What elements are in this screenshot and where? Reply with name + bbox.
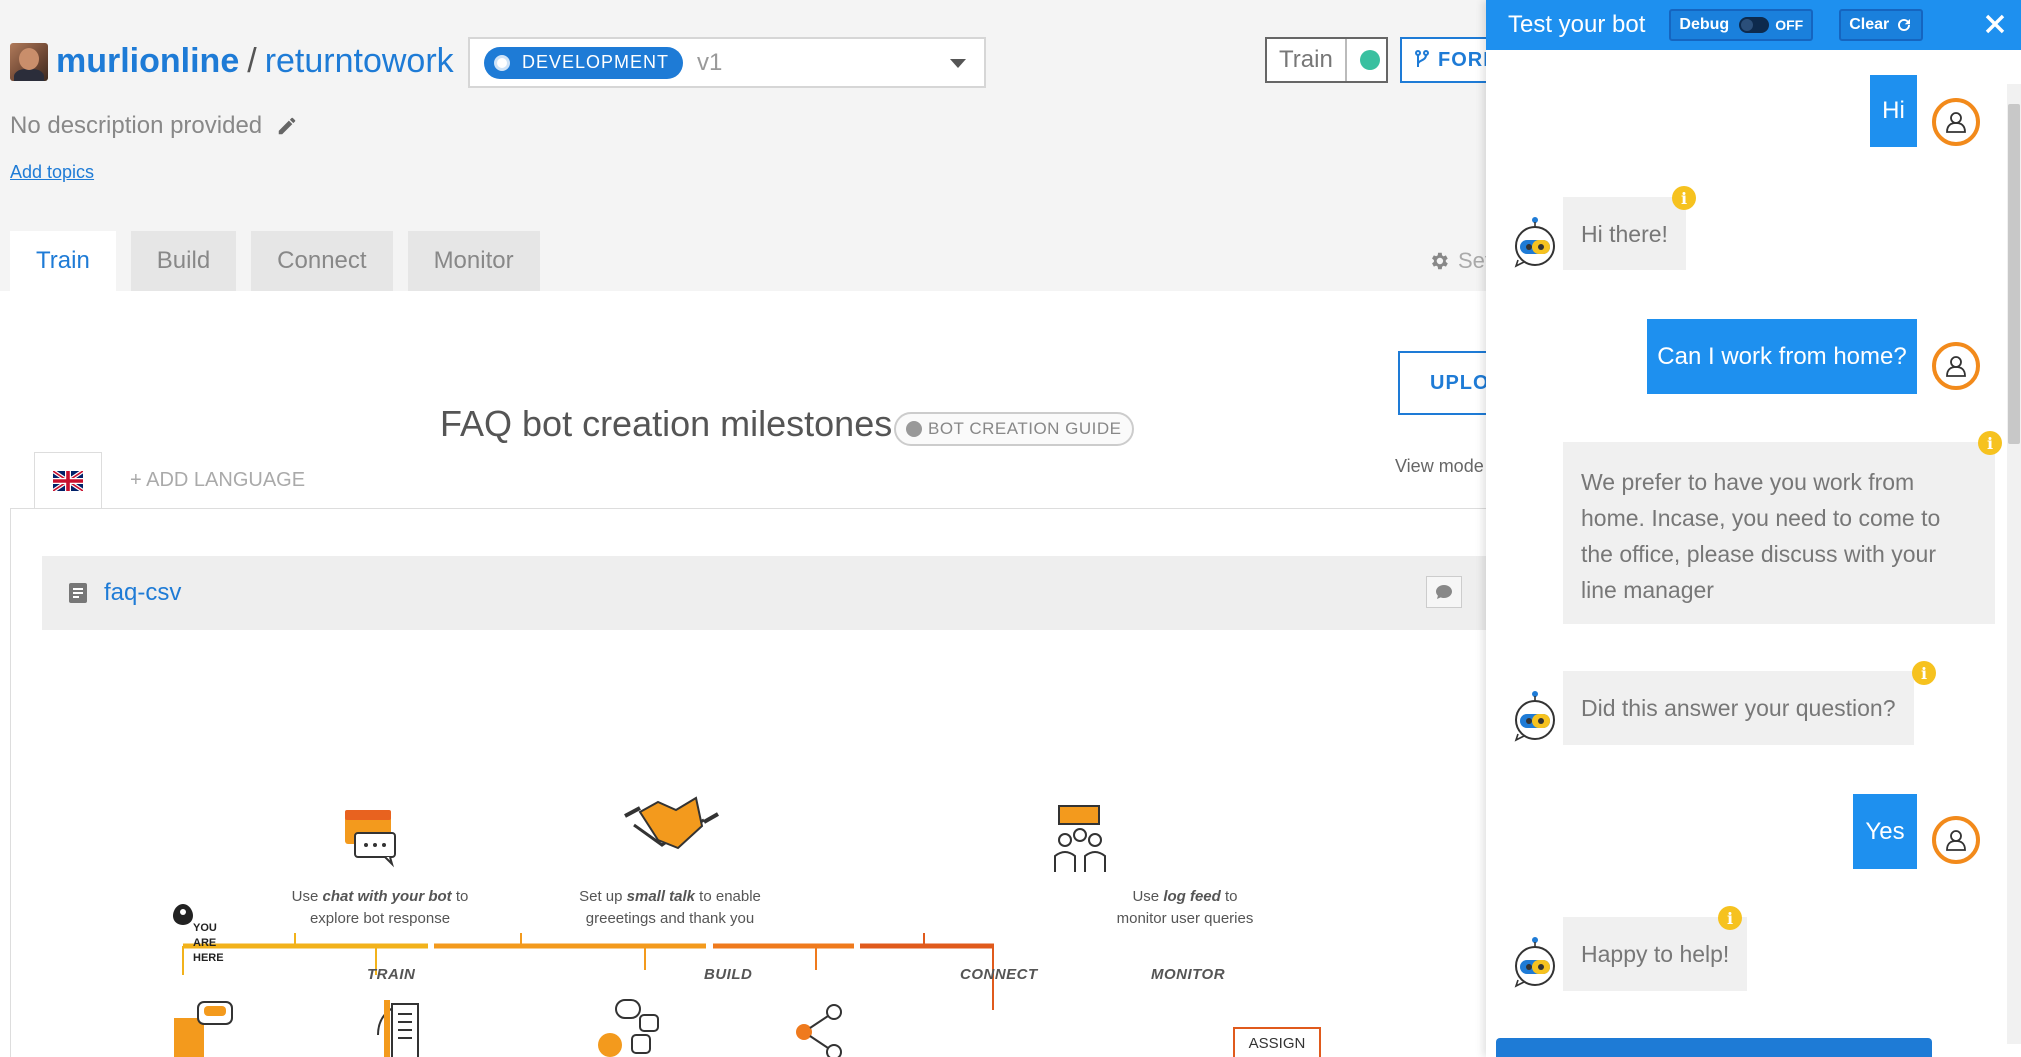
document-icon	[69, 583, 87, 603]
tab-monitor[interactable]: Monitor	[407, 231, 540, 291]
faq-upload-icon	[174, 1001, 233, 1057]
phase-connect-label: CONNECT	[960, 966, 1038, 983]
user-avatar-icon	[1932, 98, 1980, 146]
breadcrumb-separator: /	[247, 42, 257, 80]
fork-button[interactable]: FORK	[1400, 37, 1486, 83]
phase-train-label: TRAIN	[367, 966, 416, 983]
info-icon[interactable]: i	[1978, 431, 2002, 455]
milestone-train-text: Use chat with your bot to explore bot re…	[291, 888, 469, 927]
tab-train[interactable]: Train	[10, 231, 116, 291]
main-tabs: Train Build Connect Monitor	[10, 231, 555, 291]
environment-label: DEVELOPMENT	[522, 52, 670, 72]
compass-icon	[906, 421, 922, 437]
debug-toggle[interactable]: Debug OFF	[1669, 9, 1814, 41]
tab-build[interactable]: Build	[130, 231, 237, 291]
settings-link[interactable]: Settings	[1428, 248, 1486, 274]
bot-name-link[interactable]: returntowork	[265, 42, 454, 81]
user-avatar-icon	[1932, 342, 1980, 390]
milestone-monitor-text: Use log feed to monitor user queries	[1116, 888, 1254, 927]
you-are-here-label: YOU ARE HERE	[193, 922, 224, 964]
chat-header: Test your bot Debug OFF Clear	[1486, 0, 2021, 50]
chat-with-bot-icon	[345, 810, 396, 868]
chevron-down-icon[interactable]	[950, 59, 966, 68]
info-icon[interactable]: i	[1672, 186, 1696, 210]
bot-avatar-icon	[1510, 936, 1560, 988]
gear-icon	[1432, 252, 1448, 270]
bot-breadcrumb: murlionline / returntowork	[10, 42, 454, 81]
milestone-build-text: Set up small talk to enable greeetings a…	[579, 888, 761, 927]
bot-avatar-icon	[1510, 216, 1560, 268]
assign-button[interactable]: ASSIGN	[1233, 1027, 1321, 1057]
user-message: Yes	[1853, 794, 1917, 869]
version-label: v1	[697, 48, 723, 76]
phase-monitor-label: MONITOR	[1151, 966, 1226, 983]
debug-label: Debug	[1679, 16, 1730, 33]
uk-flag-icon	[53, 471, 83, 491]
phase-build-label: BUILD	[704, 966, 753, 983]
user-message: Can I work from home?	[1647, 319, 1917, 394]
bot-creation-guide-button[interactable]: BOT CREATION GUIDE	[894, 412, 1134, 446]
settings-label: Settings	[1458, 248, 1486, 273]
add-topics-link[interactable]: Add topics	[10, 162, 94, 183]
bot-dashboard: murlionline / returntowork DEVELOPMENT v…	[0, 0, 1486, 1057]
bot-message: We prefer to have you work from home. In…	[1563, 442, 1995, 624]
chat-scrollbar[interactable]	[2007, 84, 2021, 1044]
chat-bubble-icon	[1436, 585, 1452, 599]
train-button-label: Train	[1267, 39, 1347, 81]
view-mode-label: View mode	[1395, 456, 1484, 476]
small-talk-icon	[598, 999, 659, 1057]
you-are-here-pin-icon	[173, 904, 193, 940]
tab-connect[interactable]: Connect	[251, 231, 393, 291]
description-text: No description provided	[10, 112, 263, 139]
bot-avatar-icon	[1510, 690, 1560, 742]
scrollbar-thumb[interactable]	[2008, 104, 2020, 444]
pencil-icon[interactable]	[276, 115, 298, 137]
document-chat-icon	[377, 1000, 419, 1057]
chat-title: Test your bot	[1508, 11, 1646, 38]
log-feed-icon	[1054, 805, 1106, 872]
debug-state: OFF	[1775, 17, 1804, 33]
bot-message: Did this answer your question?	[1563, 671, 1914, 745]
quick-reply-bar[interactable]	[1496, 1038, 1932, 1057]
user-avatar-icon	[1932, 816, 1980, 864]
test-bot-panel: Test your bot Debug OFF Clear Hi Hi ther…	[1486, 0, 2021, 1057]
environment-dot-icon	[494, 54, 510, 71]
close-icon[interactable]	[1983, 12, 2007, 36]
owner-link[interactable]: murlionline	[56, 42, 239, 81]
clear-button[interactable]: Clear	[1839, 9, 1924, 41]
divider	[10, 508, 11, 1057]
train-status-icon	[1359, 50, 1380, 70]
environment-badge: DEVELOPMENT	[484, 46, 684, 79]
bot-message: Hi there!	[1563, 197, 1686, 270]
info-icon[interactable]: i	[1718, 906, 1742, 930]
chat-messages[interactable]: Hi Hi there! i Can I work from home? We …	[1486, 50, 2021, 1057]
milestones-title: FAQ bot creation milestones	[440, 403, 893, 444]
info-icon[interactable]: i	[1912, 661, 1936, 685]
owner-avatar[interactable]	[10, 42, 48, 81]
clear-label: Clear	[1849, 16, 1890, 33]
refresh-icon	[1898, 18, 1911, 31]
fork-button-label: FORK	[1438, 48, 1486, 71]
environment-select[interactable]: DEVELOPMENT v1	[468, 37, 986, 88]
handshake-icon	[624, 796, 719, 850]
add-language-button[interactable]: + ADD LANGUAGE	[130, 469, 305, 492]
train-button[interactable]: Train	[1265, 37, 1388, 83]
toggle-switch-icon	[1739, 17, 1770, 33]
bot-message: Happy to help!	[1563, 917, 1748, 991]
guide-label: BOT CREATION GUIDE	[928, 419, 1122, 438]
user-message: Hi	[1870, 75, 1917, 147]
faq-chat-button[interactable]	[1426, 576, 1462, 608]
fork-icon	[1415, 50, 1429, 67]
upload-button[interactable]: UPLOAD	[1398, 351, 1486, 415]
bot-description: No description provided	[10, 112, 298, 140]
share-icon	[796, 1004, 842, 1057]
language-tab-english[interactable]	[34, 452, 102, 509]
